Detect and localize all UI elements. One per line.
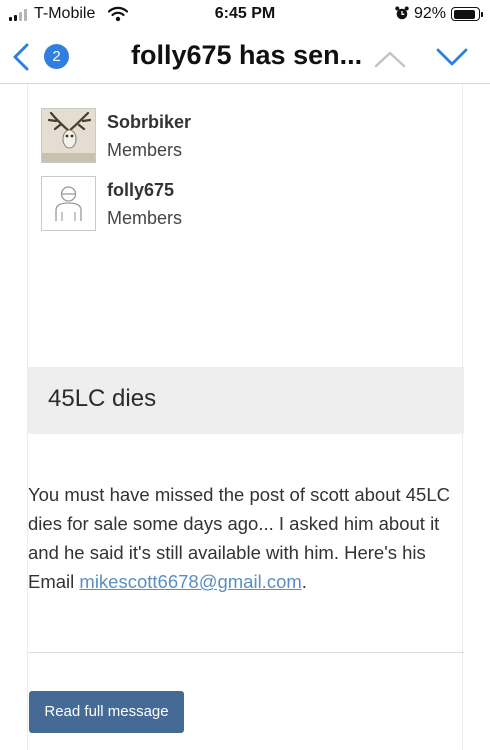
email-link[interactable]: mikescott6678@gmail.com (79, 571, 301, 592)
message-content: Sobrbiker Members folly675 Members 45LC … (27, 84, 464, 750)
message-body: You must have missed the post of scott a… (28, 480, 464, 596)
alarm-icon (395, 6, 409, 20)
message-subject: 45LC dies (48, 385, 157, 412)
battery-percent: 92% (414, 5, 447, 22)
nav-bar: 2 folly675 has sen... (0, 30, 490, 84)
unread-badge[interactable]: 2 (44, 44, 69, 69)
down-chevron-icon[interactable] (436, 47, 468, 67)
read-full-message-button[interactable]: Read full message (29, 691, 184, 733)
avatar[interactable] (41, 176, 96, 231)
page-title: folly675 has sen... (131, 40, 363, 70)
user-placeholder-icon (55, 186, 82, 221)
divider (28, 652, 464, 653)
message-body-suffix: . (301, 571, 307, 592)
back-chevron-icon[interactable] (10, 42, 32, 72)
member-role: Members (107, 140, 183, 160)
message-subject-box: 45LC dies (28, 367, 464, 434)
battery-icon (451, 7, 483, 21)
status-bar: T-Mobile 6:45 PM 92% (0, 0, 490, 30)
avatar[interactable] (41, 108, 96, 163)
member-role: Members (107, 208, 183, 228)
up-chevron-icon[interactable] (374, 50, 406, 68)
member-name[interactable]: folly675 (107, 180, 174, 201)
battery-fill (453, 9, 475, 19)
skull-antlers-icon (42, 109, 95, 162)
member-name[interactable]: Sobrbiker (107, 112, 191, 133)
